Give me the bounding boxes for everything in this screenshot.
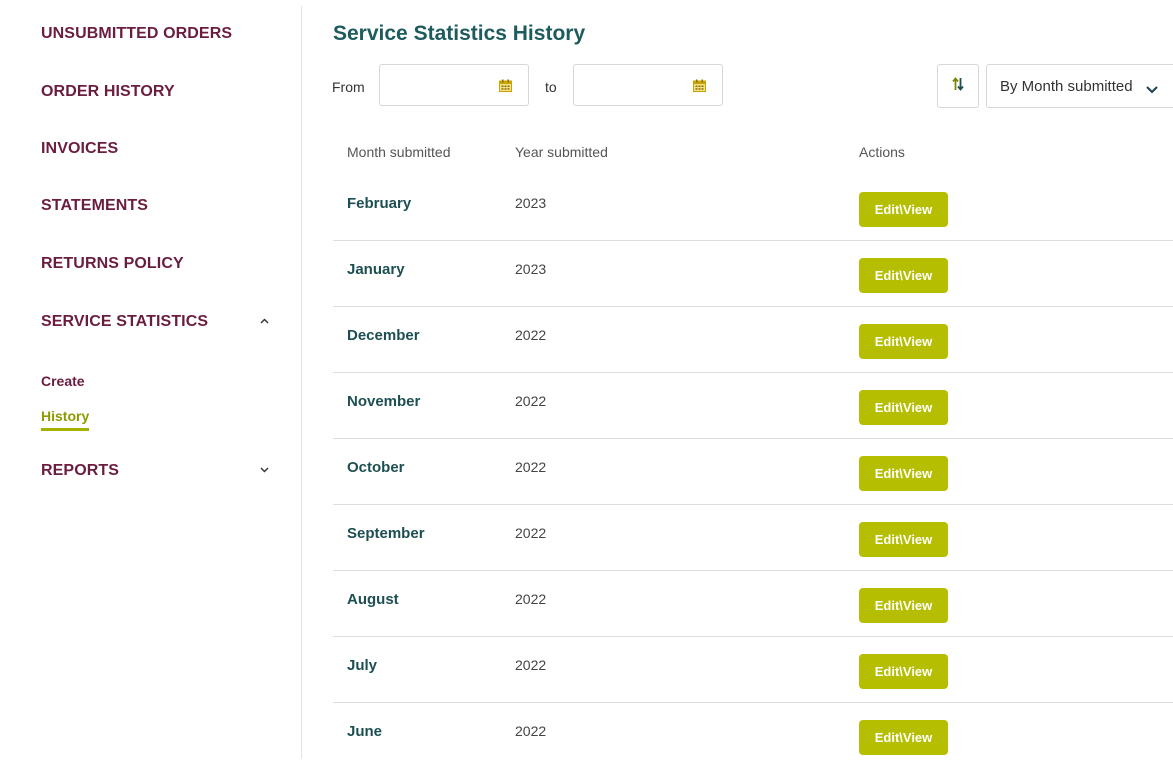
edit-view-button[interactable]: Edit\View [859,258,948,293]
column-header-actions: Actions [859,144,905,160]
sidebar-item-service-statistics[interactable]: SERVICE STATISTICS [41,313,276,331]
month-cell: August [347,591,399,608]
year-cell: 2022 [515,591,547,607]
sidebar-divider [301,6,302,759]
table-row: September 2022 Edit\View [333,505,1173,571]
to-label: to [545,79,557,95]
year-cell: 2022 [515,393,547,409]
sidebar-item-label: REPORTS [41,462,120,479]
sidebar-item-label: INVOICES [41,140,119,157]
sidebar-item-invoices[interactable]: INVOICES [41,140,276,158]
month-cell: November [347,393,421,410]
month-cell: January [347,261,405,278]
sidebar-subitem-create[interactable]: Create [41,373,85,389]
sidebar-item-unsubmitted-orders[interactable]: UNSUBMITTED ORDERS [41,25,276,43]
table-row: January 2023 Edit\View [333,241,1173,307]
table-row: July 2022 Edit\View [333,637,1173,703]
table-row: November 2022 Edit\View [333,373,1173,439]
table-row: October 2022 Edit\View [333,439,1173,505]
edit-view-button[interactable]: Edit\View [859,192,948,227]
sidebar-subitem-label: Create [41,373,85,389]
sidebar-item-label: UNSUBMITTED ORDERS [41,25,233,42]
chevron-down-icon[interactable] [260,467,269,475]
month-cell: December [347,327,420,344]
edit-view-button[interactable]: Edit\View [859,390,948,425]
to-date-input[interactable] [574,65,694,105]
edit-view-button[interactable]: Edit\View [859,654,948,689]
sidebar-item-label: ORDER HISTORY [41,83,175,100]
sort-by-value: By Month submitted [1000,77,1133,95]
calendar-icon[interactable] [499,79,512,92]
month-cell: February [347,195,412,212]
edit-view-button[interactable]: Edit\View [859,522,948,557]
year-cell: 2023 [515,261,547,277]
from-date-field[interactable] [379,64,529,106]
to-date-field[interactable] [573,64,723,106]
sort-direction-button[interactable] [937,64,979,108]
table-row: February 2023 Edit\View [333,175,1173,241]
edit-view-button[interactable]: Edit\View [859,588,948,623]
edit-view-button[interactable]: Edit\View [859,324,948,359]
sidebar-item-label: RETURNS POLICY [41,255,184,272]
sort-arrows-icon [952,76,964,96]
year-cell: 2022 [515,327,547,343]
sidebar-subitem-history[interactable]: History [41,408,90,431]
sidebar-item-label: STATEMENTS [41,197,149,214]
from-date-input[interactable] [380,65,500,105]
table-row: June 2022 Edit\View [333,703,1173,769]
year-cell: 2022 [515,723,547,739]
year-cell: 2022 [515,525,547,541]
chevron-up-icon[interactable] [260,318,269,326]
sidebar: UNSUBMITTED ORDERS ORDER HISTORY INVOICE… [0,0,301,759]
sort-by-select[interactable]: By Month submitted [986,64,1173,108]
sidebar-subitem-label: History [41,408,90,424]
sidebar-item-returns-policy[interactable]: RETURNS POLICY [41,255,276,273]
year-cell: 2022 [515,459,547,475]
month-cell: October [347,459,405,476]
month-cell: June [347,723,383,740]
calendar-icon[interactable] [693,79,706,92]
sidebar-item-order-history[interactable]: ORDER HISTORY [41,83,276,101]
month-cell: September [347,525,425,542]
column-header-year: Year submitted [515,144,608,160]
chevron-down-icon [1145,81,1159,94]
month-cell: July [347,657,378,674]
column-header-month: Month submitted [347,144,451,160]
from-label: From [332,79,365,95]
table-row: December 2022 Edit\View [333,307,1173,373]
sidebar-item-reports[interactable]: REPORTS [41,462,276,480]
table-row: August 2022 Edit\View [333,571,1173,637]
sidebar-item-label: SERVICE STATISTICS [41,313,209,330]
page-title: Service Statistics History [333,22,586,45]
edit-view-button[interactable]: Edit\View [859,456,948,491]
year-cell: 2022 [515,657,547,673]
edit-view-button[interactable]: Edit\View [859,720,948,755]
year-cell: 2023 [515,195,547,211]
sidebar-item-statements[interactable]: STATEMENTS [41,197,276,215]
